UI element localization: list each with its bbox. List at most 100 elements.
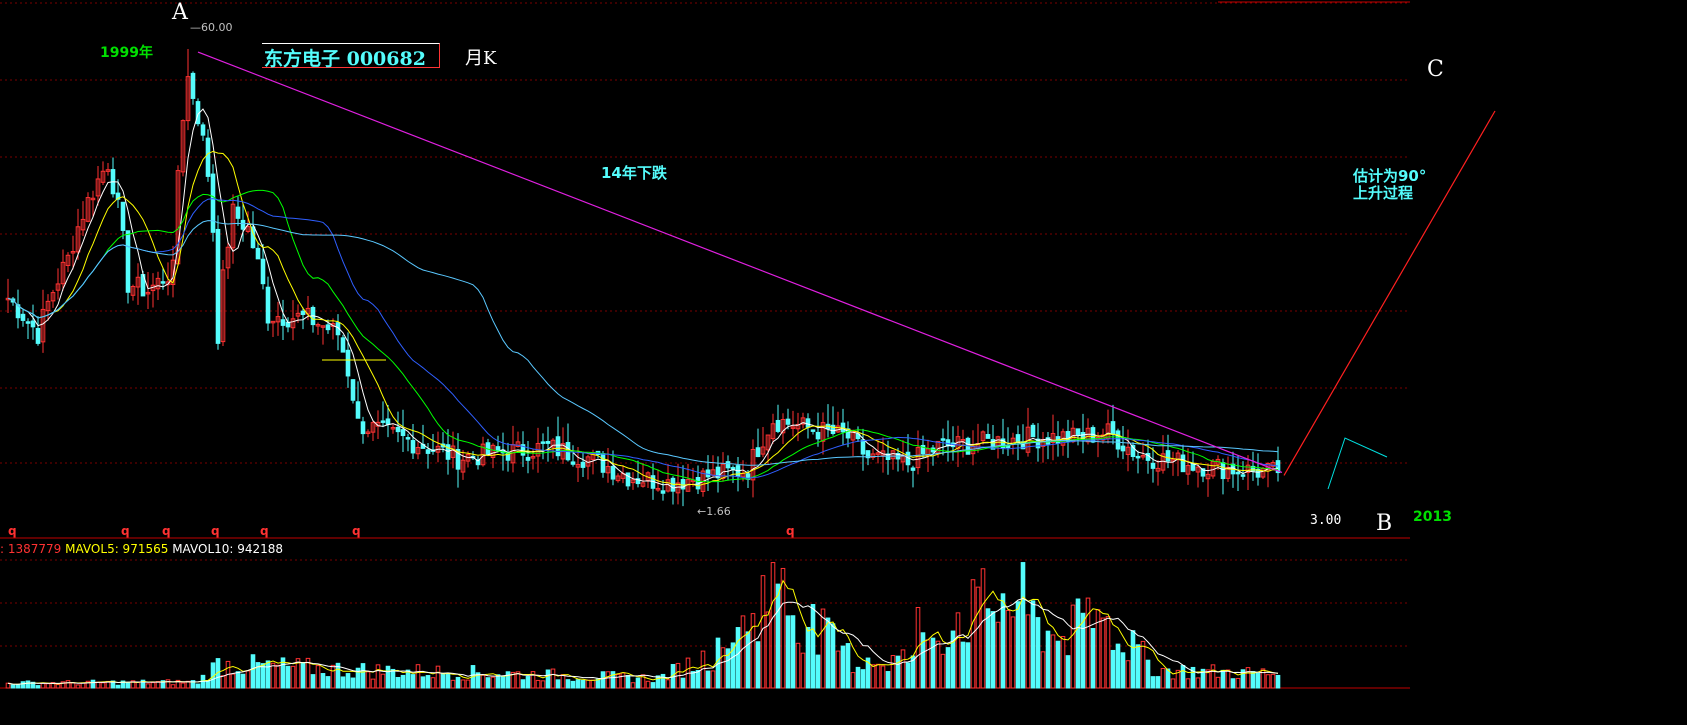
volume-bar-up [375, 664, 381, 689]
candle-down [495, 446, 501, 452]
volume-bar-down [1220, 669, 1226, 689]
candle-down [345, 349, 351, 377]
volume-bar-up [1025, 614, 1031, 689]
low-price-label: ←1.66 [697, 505, 731, 518]
volume-bar-down [845, 643, 851, 689]
volume-bar-up [1050, 634, 1056, 689]
volume-bar-up [1160, 667, 1166, 689]
volume-bar-up [290, 665, 296, 689]
candle-down [580, 461, 586, 468]
q-marker: q [260, 524, 269, 538]
low-price-value: 1.66 [706, 505, 731, 518]
volume-bar-up [925, 639, 931, 689]
volume-bar-down [930, 637, 936, 689]
volume-bar-down [1020, 562, 1026, 689]
candle-down [190, 72, 196, 99]
volume-bar-down [300, 662, 306, 689]
volume-bar-down [895, 655, 901, 689]
volume-bar-down [495, 674, 501, 689]
volume-bar-up [550, 668, 556, 689]
volume-bar-down [1180, 665, 1186, 689]
volume-bar-down [425, 675, 431, 689]
volume-bar-up [875, 663, 881, 689]
high-year-label: 1999年 [100, 45, 153, 61]
volume-bar-down [660, 673, 666, 689]
volume-bar-series [5, 562, 1281, 689]
volume-bar-down [755, 641, 761, 689]
volume-bar-down [195, 683, 201, 689]
candle-down [240, 219, 246, 230]
volume-bar-down [565, 679, 571, 689]
candle-down [355, 401, 361, 419]
candle-down [1165, 450, 1171, 462]
volume-bar-up [480, 674, 486, 689]
volume-bar-down [575, 679, 581, 689]
volume-bar-down [680, 677, 686, 689]
volume-bar-down [1130, 630, 1136, 689]
volume-bar-up [270, 662, 276, 689]
kline-chart: qqqqqqq [0, 1, 1496, 689]
volume-bar-up [1140, 640, 1146, 689]
volume-bar-down [35, 685, 41, 689]
volume-bar-up [870, 664, 876, 689]
volume-bar-up [630, 682, 636, 689]
volume-bar-up [1225, 669, 1231, 689]
candle-down [255, 247, 261, 260]
volume-bar-down [785, 615, 791, 689]
candle-down [325, 324, 331, 331]
volume-bar-down [985, 608, 991, 689]
mavol10-value: MAVOL10: 942188 [172, 542, 284, 556]
volume-bar-down [1250, 671, 1256, 689]
candle-down [1240, 474, 1246, 477]
volume-bar-up [1210, 664, 1216, 689]
candle-down [785, 418, 791, 425]
volume-bar-down [855, 666, 861, 689]
volume-bar-down [1150, 676, 1156, 689]
volume-bar-down [1080, 612, 1086, 689]
volume-bar-down [420, 676, 426, 689]
volume-bar-up [780, 567, 786, 689]
volume-bar-down [655, 675, 661, 689]
volume-bar-down [695, 669, 701, 689]
candle-down [1075, 428, 1081, 436]
volume-bar-down [1115, 643, 1121, 689]
candle-down [940, 438, 946, 441]
q-marker: q [162, 524, 171, 538]
volume-bar-down [570, 680, 576, 689]
volume-bar-down [830, 623, 836, 689]
candle-down [280, 319, 286, 326]
volume-bar-up [850, 672, 856, 689]
volume-bar-down [395, 676, 401, 689]
volume-bar-down [1035, 617, 1041, 689]
volume-bar-down [825, 617, 831, 689]
volume-bar-down [525, 676, 531, 689]
volume-bar-down [745, 631, 751, 689]
candle-down [1235, 471, 1241, 475]
volume-bar-down [10, 684, 16, 689]
volume-bar-up [955, 612, 961, 689]
volume-bar-up [645, 680, 651, 689]
volume-bar-down [600, 671, 606, 689]
volume-bar-down [500, 676, 506, 689]
trend-line-cyan [1327, 437, 1388, 490]
volume-bar-up [490, 676, 496, 689]
volume-bar-up [330, 664, 336, 689]
volume-bar-down [610, 671, 616, 689]
volume-bar-down [555, 679, 561, 689]
candle-down [35, 327, 41, 344]
volume-bar-down [1015, 601, 1021, 689]
volume-bar-down [1055, 640, 1061, 689]
volume-bar-up [940, 653, 946, 689]
volume-bar-up [1040, 651, 1046, 689]
volume-bar-down [310, 674, 316, 689]
candle-down [555, 436, 561, 457]
volume-bar-up [460, 679, 466, 689]
volume-bar-up [65, 680, 71, 689]
q-marker: q [8, 524, 17, 538]
candle-down [265, 286, 271, 324]
candle-down [570, 461, 576, 465]
candle-down [775, 419, 781, 432]
candle-down [125, 230, 131, 293]
price-grid [0, 2, 1410, 539]
volume-bar-down [1075, 598, 1081, 689]
